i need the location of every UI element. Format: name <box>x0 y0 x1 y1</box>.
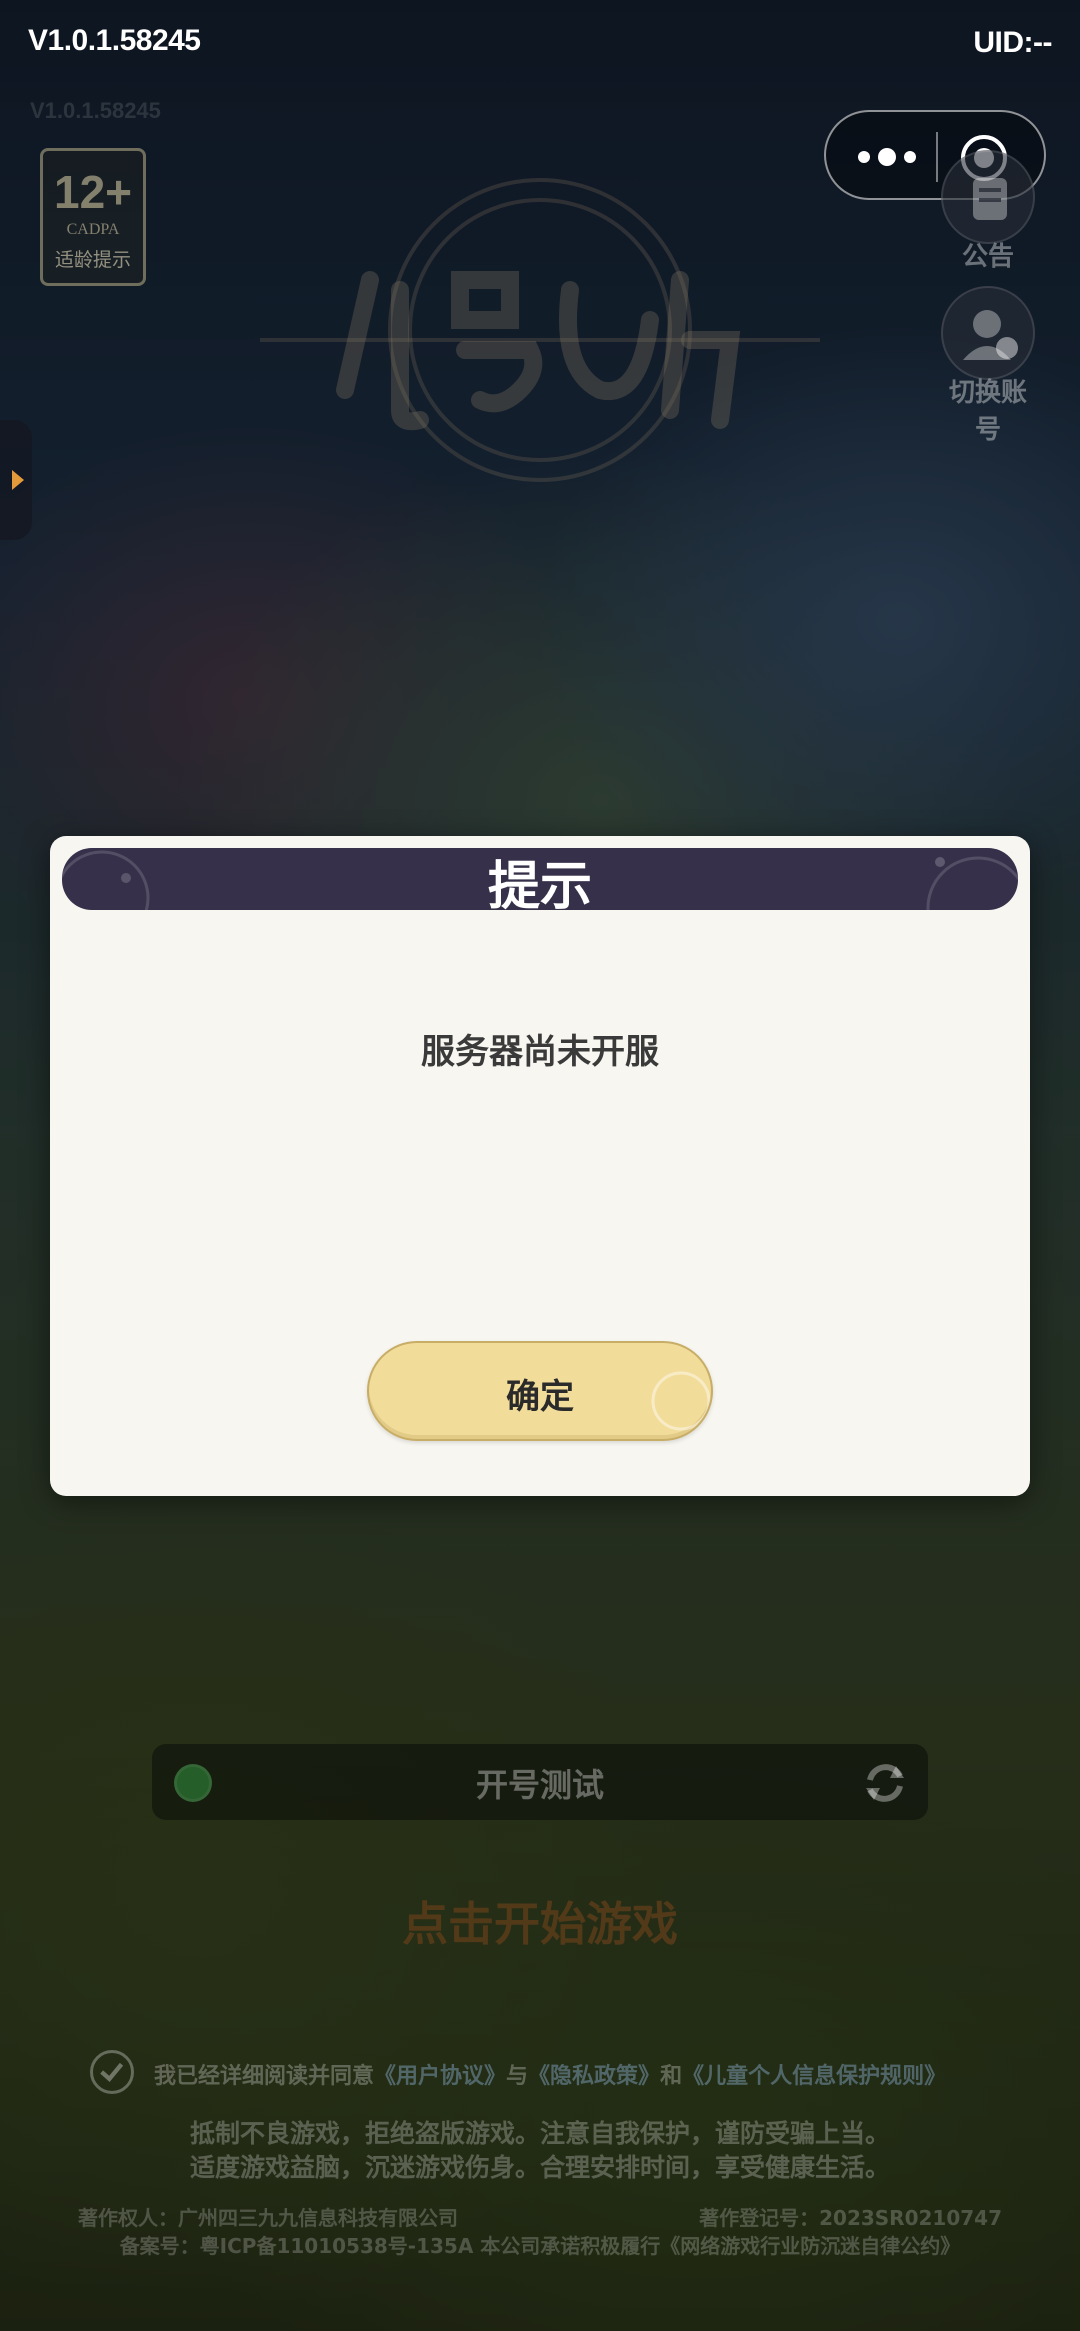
start-game-button[interactable]: 点击开始游戏 <box>0 1888 1080 1954</box>
age-rating-org: CADPA <box>66 221 120 238</box>
version-label: V1.0.1.58245 <box>28 24 201 57</box>
user-switch-icon <box>941 286 1035 380</box>
chevron-right-icon <box>12 470 24 490</box>
more-dots-icon[interactable] <box>852 134 922 180</box>
agreement-text: 我已经详细阅读并同意《用户协议》与《隐私政策》和《儿童个人信息保护规则》 <box>154 2058 946 2090</box>
agreement-checkbox[interactable] <box>90 2050 134 2094</box>
server-name: 开号测试 <box>475 1766 604 1804</box>
agreement-prefix: 我已经详细阅读并同意 <box>154 2064 375 2089</box>
agreement-and-2: 和 <box>660 2064 683 2089</box>
age-rating-badge: 12+ CADPA 适龄提示 <box>40 148 146 286</box>
dialog-title: 提示 <box>487 857 592 910</box>
age-rating-label: 适龄提示 <box>54 249 131 271</box>
confirm-button-label: 确定 <box>506 1377 574 1417</box>
copyright-registration: 著作登记号：2023SR0210747 <box>699 2206 1002 2230</box>
dialog-header: 提示 <box>62 848 1018 910</box>
refresh-icon[interactable] <box>860 1758 910 1808</box>
agreement-row: 我已经详细阅读并同意《用户协议》与《隐私政策》和《儿童个人信息保护规则》 <box>90 2048 1010 2098</box>
age-rating-number: 12+ <box>53 166 133 218</box>
child-policy-link[interactable]: 《儿童个人信息保护规则》 <box>682 2064 946 2089</box>
privacy-policy-link[interactable]: 《隐私政策》 <box>528 2064 660 2089</box>
dialog-message: 服务器尚未开服 <box>421 1032 659 1072</box>
copyright-owner: 著作权人：广州四三九九信息科技有限公司 <box>78 2206 458 2230</box>
version-label-faint: V1.0.1.58245 <box>30 98 161 123</box>
uid-label: UID:-- <box>973 26 1052 59</box>
confirm-button[interactable]: 确定 <box>367 1341 713 1441</box>
switch-account-label: 切换账号 <box>948 378 1027 445</box>
alert-dialog: 提示 服务器尚未开服 确定 <box>50 836 1030 1496</box>
notice-icon <box>941 150 1035 244</box>
server-selector[interactable]: 开号测试 <box>152 1744 928 1820</box>
checkmark-icon <box>100 2062 124 2083</box>
user-agreement-link[interactable]: 《用户协议》 <box>374 2064 506 2089</box>
agreement-and-1: 与 <box>506 2064 529 2089</box>
notice-button[interactable]: 公告 <box>938 150 1038 273</box>
health-notice-line-2: 适度游戏益脑，沉迷游戏伤身。合理安排时间，享受健康生活。 <box>189 2153 890 2182</box>
icp-record: 备案号：粤ICP备11010538号-135A 本公司承诺积极履行《网络游戏行业… <box>119 2234 961 2258</box>
health-notice-line-1: 抵制不良游戏，拒绝盗版游戏。注意自我保护，谨防受骗上当。 <box>189 2119 890 2148</box>
switch-account-button[interactable]: 切换账号 <box>938 286 1038 446</box>
side-drawer-toggle[interactable] <box>0 420 32 540</box>
